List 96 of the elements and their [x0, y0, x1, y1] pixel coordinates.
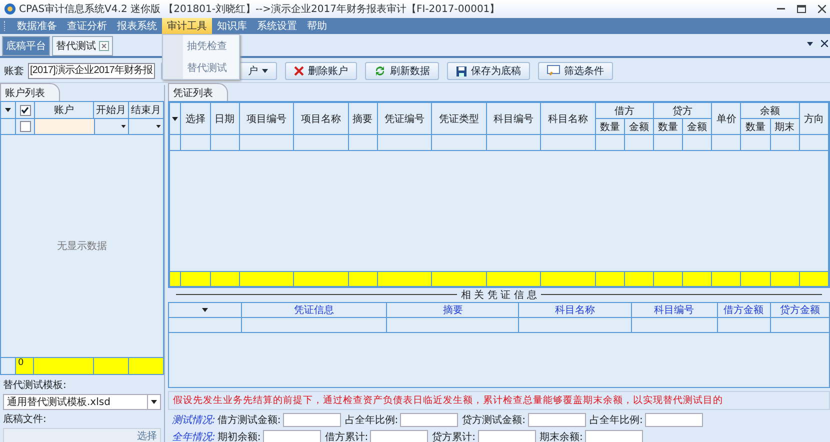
account-set-label: 账套: [4, 64, 24, 78]
column-header[interactable]: 金额: [682, 118, 712, 134]
column-header[interactable]: 选择: [180, 102, 210, 134]
panel-tab[interactable]: 账户列表: [0, 83, 60, 101]
close-icon[interactable]: [818, 5, 826, 13]
document-tab[interactable]: 底稿平台: [2, 36, 50, 56]
column-header[interactable]: 方向: [799, 102, 828, 134]
file-field[interactable]: 选择: [3, 428, 161, 442]
input-field[interactable]: [478, 430, 536, 442]
app-logo-icon: [4, 3, 16, 15]
dropdown-caret-icon[interactable]: [121, 125, 126, 128]
dropdown-caret-icon: [151, 400, 157, 404]
column-header[interactable]: 科目名称: [518, 302, 632, 318]
input-field[interactable]: [282, 413, 341, 427]
toolbar-button[interactable]: 筛选条件: [538, 62, 613, 80]
dropdown-caret-icon: [262, 69, 268, 73]
input-field[interactable]: [262, 430, 321, 442]
template-select[interactable]: 通用替代测试模板.xlsd: [3, 394, 161, 410]
column-header[interactable]: 数量: [740, 118, 770, 134]
column-header[interactable]: 贷方金额: [770, 302, 830, 318]
menu-item[interactable]: 报表系统: [112, 18, 162, 34]
column-menu-icon[interactable]: [170, 102, 181, 134]
input-field[interactable]: [528, 413, 586, 427]
toolbar-button[interactable]: 保存为底稿: [446, 62, 530, 80]
section-label: 全年情况:: [172, 430, 216, 442]
checkbox[interactable]: [20, 121, 30, 132]
column-header[interactable]: 凭证信息: [241, 302, 387, 318]
delete-icon: [294, 66, 304, 76]
toolbar-button[interactable]: 删除账户: [284, 62, 357, 80]
column-header[interactable]: 结束月: [129, 102, 163, 118]
notice-text: 假设先发生业务先结算的前提下，通过检查资产负债表日临近发生额，累计检查总量能够覆盖期末余额，以实现替代测试目的: [168, 391, 830, 410]
column-header[interactable]: 数量: [595, 118, 624, 134]
column-header[interactable]: 金额: [624, 118, 654, 134]
dropdown-caret-icon[interactable]: [807, 42, 813, 46]
menu-item[interactable]: 查证分析: [62, 18, 112, 34]
column-header[interactable]: 科目编号: [631, 302, 718, 318]
column-header[interactable]: 开始月: [94, 102, 129, 118]
field-label: 借方累计:: [324, 430, 368, 442]
choose-button[interactable]: 选择: [137, 429, 157, 442]
column-header[interactable]: 账户: [35, 102, 94, 118]
column-header[interactable]: 期末: [770, 118, 800, 134]
input-field[interactable]: [370, 430, 428, 442]
column-header[interactable]: 项目编号: [239, 102, 294, 134]
input-field[interactable]: [644, 413, 703, 427]
input-field[interactable]: [584, 430, 643, 442]
minimize-icon[interactable]: [777, 8, 785, 10]
refresh-icon: [374, 65, 386, 77]
field-label: 贷方累计:: [432, 430, 476, 442]
field-label: 期末余额:: [540, 430, 583, 442]
column-header[interactable]: 摘要: [386, 302, 519, 318]
field-label: 期初余额:: [217, 430, 261, 442]
filter-cell[interactable]: [35, 119, 95, 134]
maximize-icon[interactable]: [797, 5, 806, 13]
section-title: 相 关 凭 证 信 息: [461, 288, 537, 302]
filter-icon: [546, 65, 560, 77]
input-field[interactable]: [400, 413, 458, 427]
menu-item[interactable]: 系统设置: [252, 18, 302, 34]
column-header[interactable]: 日期: [210, 102, 240, 134]
window-title: CPAS审计信息系统V4.2 迷你版 【201801-刘晓红】-->演示企业2017年财务报表审计【FI-2017-00001】: [19, 2, 500, 16]
column-header[interactable]: 凭证类型: [432, 102, 486, 134]
column-header[interactable]: 数量: [654, 118, 683, 134]
menu-item[interactable]: 抽凭检查: [187, 39, 227, 53]
menu-item[interactable]: 替代测试: [187, 61, 227, 75]
checkbox[interactable]: [20, 104, 30, 116]
save-icon: [456, 66, 467, 76]
column-header[interactable]: 凭证编号: [377, 102, 432, 134]
column-header[interactable]: 科目编号: [486, 102, 541, 134]
menu-gutter: [163, 35, 183, 79]
column-header[interactable]: 项目名称: [294, 102, 348, 134]
account-set-field[interactable]: [2017]演示企业2017年财务报: [28, 63, 155, 79]
template-label: 替代测试模板:: [3, 378, 68, 392]
field-label: 占全年比例:: [590, 414, 643, 427]
column-group-header: 贷方: [654, 102, 712, 118]
count-cell: 0: [16, 358, 34, 374]
column-header[interactable]: 单价: [712, 102, 741, 134]
menu-item[interactable]: 帮助: [302, 18, 332, 34]
summary-cell: [129, 358, 163, 374]
panel-tab[interactable]: 凭证列表: [168, 83, 228, 101]
empty-message: 无显示数据: [57, 240, 107, 253]
menu-item[interactable]: 审计工具: [162, 18, 212, 34]
column-header[interactable]: 借方金额: [717, 302, 770, 318]
section-label: 测试情况:: [172, 414, 216, 427]
column-header[interactable]: 科目名称: [540, 102, 596, 134]
dropdown-caret-icon[interactable]: [156, 125, 161, 128]
column-header[interactable]: 摘要: [348, 102, 378, 134]
close-icon[interactable]: [821, 40, 828, 47]
menu-item[interactable]: 知识库: [212, 18, 252, 34]
column-group-header: 余额: [740, 102, 800, 118]
field-label: 借方测试金额:: [217, 414, 281, 427]
column-group-header: 借方: [595, 102, 654, 118]
field-label: 贷方测试金额:: [462, 414, 526, 427]
document-tab[interactable]: 替代测试: [52, 36, 113, 56]
field-label: 占全年比例:: [344, 414, 398, 427]
toolbar-button[interactable]: 刷新数据: [364, 62, 439, 80]
file-label: 底稿文件:: [3, 412, 48, 426]
menu-item[interactable]: 数据准备: [12, 18, 62, 34]
